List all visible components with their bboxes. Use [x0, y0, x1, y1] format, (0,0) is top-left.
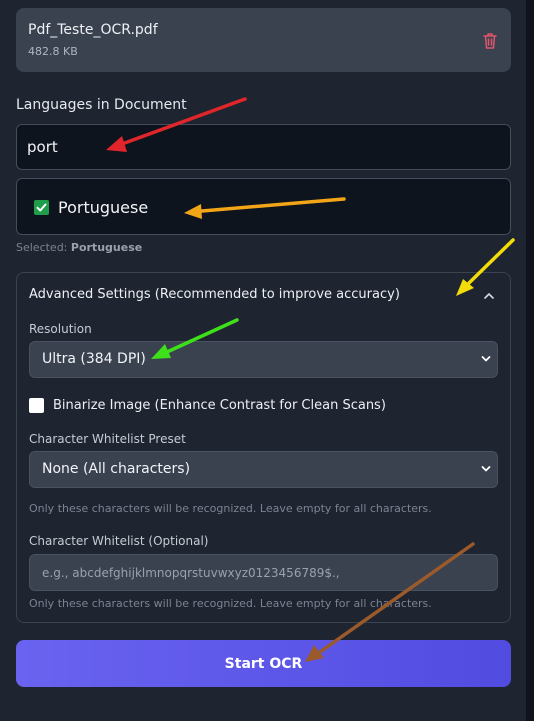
language-options: Portuguese: [16, 178, 511, 235]
resolution-value: Ultra (384 DPI): [42, 351, 146, 367]
languages-label: Languages in Document: [16, 97, 187, 113]
portuguese-option-label[interactable]: Portuguese: [58, 198, 148, 217]
preset-hint: Only these characters will be recognized…: [29, 502, 432, 515]
chevron-down-icon: [481, 356, 491, 362]
binarize-label[interactable]: Binarize Image (Enhance Contrast for Cle…: [53, 398, 386, 413]
start-ocr-button[interactable]: Start OCR: [16, 640, 511, 687]
ocr-panel: Pdf_Teste_OCR.pdf 482.8 KB Languages in …: [0, 0, 526, 721]
portuguese-checkbox[interactable]: [34, 200, 49, 215]
advanced-settings-title[interactable]: Advanced Settings (Recommended to improv…: [29, 287, 400, 302]
file-card: Pdf_Teste_OCR.pdf 482.8 KB: [16, 8, 511, 72]
binarize-checkbox[interactable]: [29, 398, 44, 413]
resolution-select[interactable]: Ultra (384 DPI): [29, 341, 498, 378]
whitelist-label: Character Whitelist (Optional): [29, 534, 209, 548]
file-name: Pdf_Teste_OCR.pdf: [28, 22, 158, 38]
checkmark-icon: [36, 203, 47, 212]
trash-icon[interactable]: [482, 32, 498, 50]
chevron-down-icon: [481, 466, 491, 472]
chevron-up-icon[interactable]: [483, 291, 495, 301]
advanced-settings-section: Advanced Settings (Recommended to improv…: [16, 272, 511, 623]
whitelist-preset-value: None (All characters): [42, 461, 191, 477]
whitelist-input[interactable]: [29, 554, 498, 591]
whitelist-preset-label: Character Whitelist Preset: [29, 432, 186, 446]
resolution-label: Resolution: [29, 322, 92, 336]
selected-languages-note: Selected: Portuguese: [16, 241, 142, 254]
file-size: 482.8 KB: [28, 45, 78, 58]
selected-prefix: Selected:: [16, 241, 68, 254]
language-search-input[interactable]: [16, 124, 511, 170]
whitelist-preset-select[interactable]: None (All characters): [29, 451, 498, 488]
whitelist-hint: Only these characters will be recognized…: [29, 597, 432, 610]
panel-edge: [526, 0, 534, 721]
selected-value: Portuguese: [70, 241, 143, 254]
